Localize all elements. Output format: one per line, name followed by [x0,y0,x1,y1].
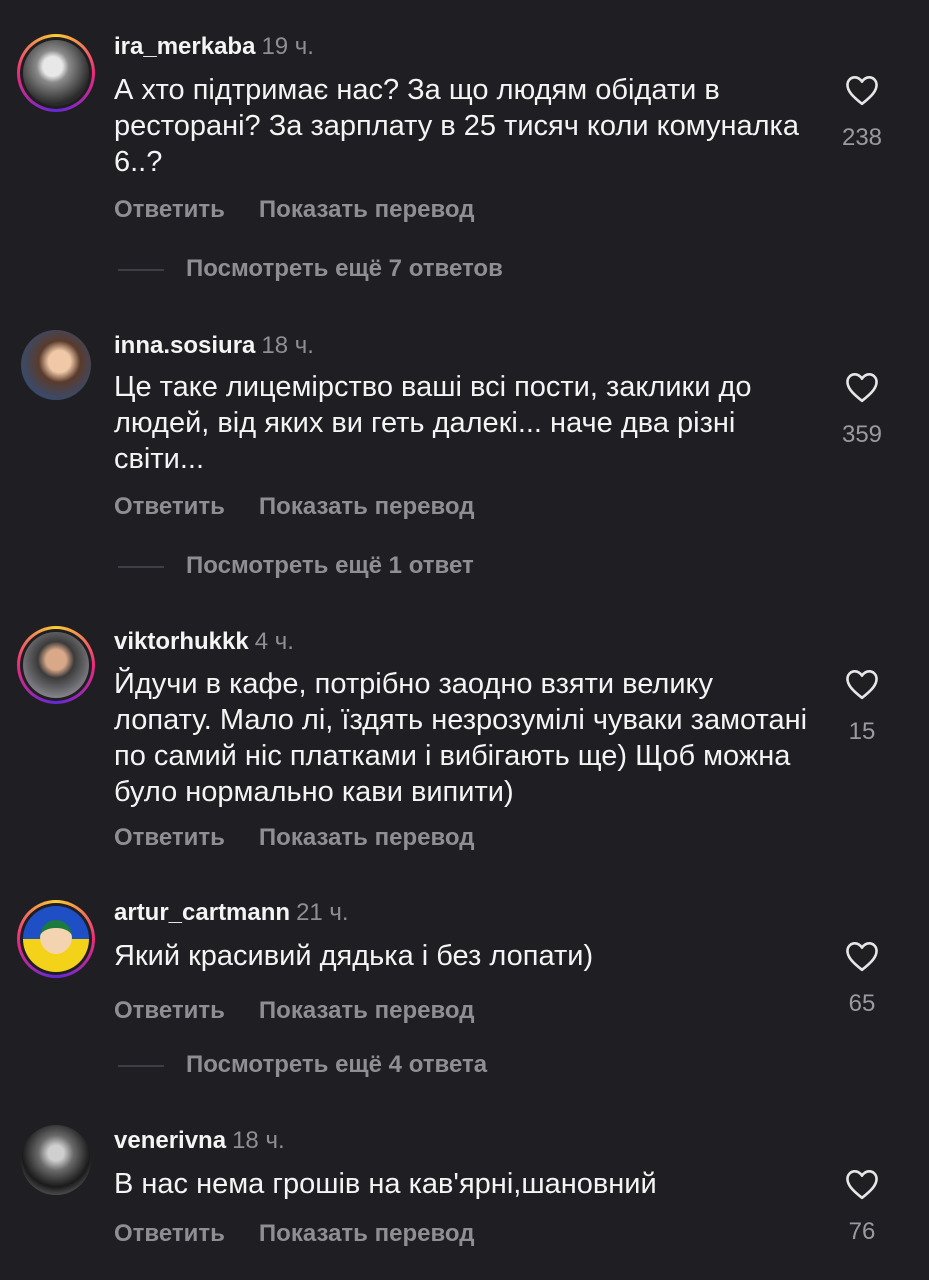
comment-text: Йдучи в кафе, потрібно заодно взяти вели… [114,668,808,808]
username[interactable]: viktorhukkk [114,628,249,655]
show-translation-button[interactable]: Показать перевод [259,824,475,851]
heart-icon[interactable] [844,1168,880,1200]
view-more-replies-label: Посмотреть ещё 4 ответа [186,1051,488,1078]
like-count: 238 [841,124,883,151]
username[interactable]: ira_merkaba [114,33,255,60]
timestamp: 19 ч. [261,33,314,60]
timestamp: 21 ч. [296,899,349,926]
show-translation-button[interactable]: Показать перевод [259,196,475,223]
avatar[interactable] [17,326,95,404]
username[interactable]: artur_cartmann [114,899,290,926]
timestamp: 4 ч. [254,628,294,655]
like-count: 76 [848,1218,876,1245]
reply-button[interactable]: Ответить [114,997,225,1024]
heart-icon[interactable] [844,74,880,106]
username[interactable]: venerivna [114,1127,226,1154]
divider [118,565,164,568]
show-translation-button[interactable]: Показать перевод [259,493,475,520]
heart-icon[interactable] [844,668,880,700]
reply-button[interactable]: Ответить [114,196,225,223]
like-count: 359 [841,421,883,448]
divider [118,1064,164,1067]
username[interactable]: inna.sosiura [114,332,255,359]
comment-text: В нас нема грошів на кав'ярні,шановний [114,1168,657,1200]
avatar[interactable] [17,1121,95,1199]
show-translation-button[interactable]: Показать перевод [259,1220,475,1247]
avatar[interactable] [17,626,95,704]
heart-icon[interactable] [844,371,880,403]
like-count: 65 [848,990,876,1017]
show-translation-button[interactable]: Показать перевод [259,997,475,1024]
avatar[interactable] [17,34,95,112]
comment-text: Який красивий дядька і без лопати) [114,940,594,972]
timestamp: 18 ч. [261,332,314,359]
comment-text: А хто підтримає нас? За що людям обідати… [114,74,800,178]
reply-button[interactable]: Ответить [114,493,225,520]
timestamp: 18 ч. [232,1127,285,1154]
view-more-replies-label: Посмотреть ещё 7 ответов [186,255,503,282]
avatar[interactable] [17,900,95,978]
reply-button[interactable]: Ответить [114,824,225,851]
view-more-replies[interactable]: Посмотреть ещё 7 ответов [118,255,503,283]
view-more-replies-label: Посмотреть ещё 1 ответ [186,552,474,579]
view-more-replies[interactable]: Посмотреть ещё 4 ответа [118,1051,487,1079]
heart-icon[interactable] [844,940,880,972]
comment-text: Це таке лицемірство ваші всі пости, закл… [114,371,752,475]
divider [118,268,164,271]
like-count: 15 [848,718,876,745]
reply-button[interactable]: Ответить [114,1220,225,1247]
view-more-replies[interactable]: Посмотреть ещё 1 ответ [118,552,474,580]
